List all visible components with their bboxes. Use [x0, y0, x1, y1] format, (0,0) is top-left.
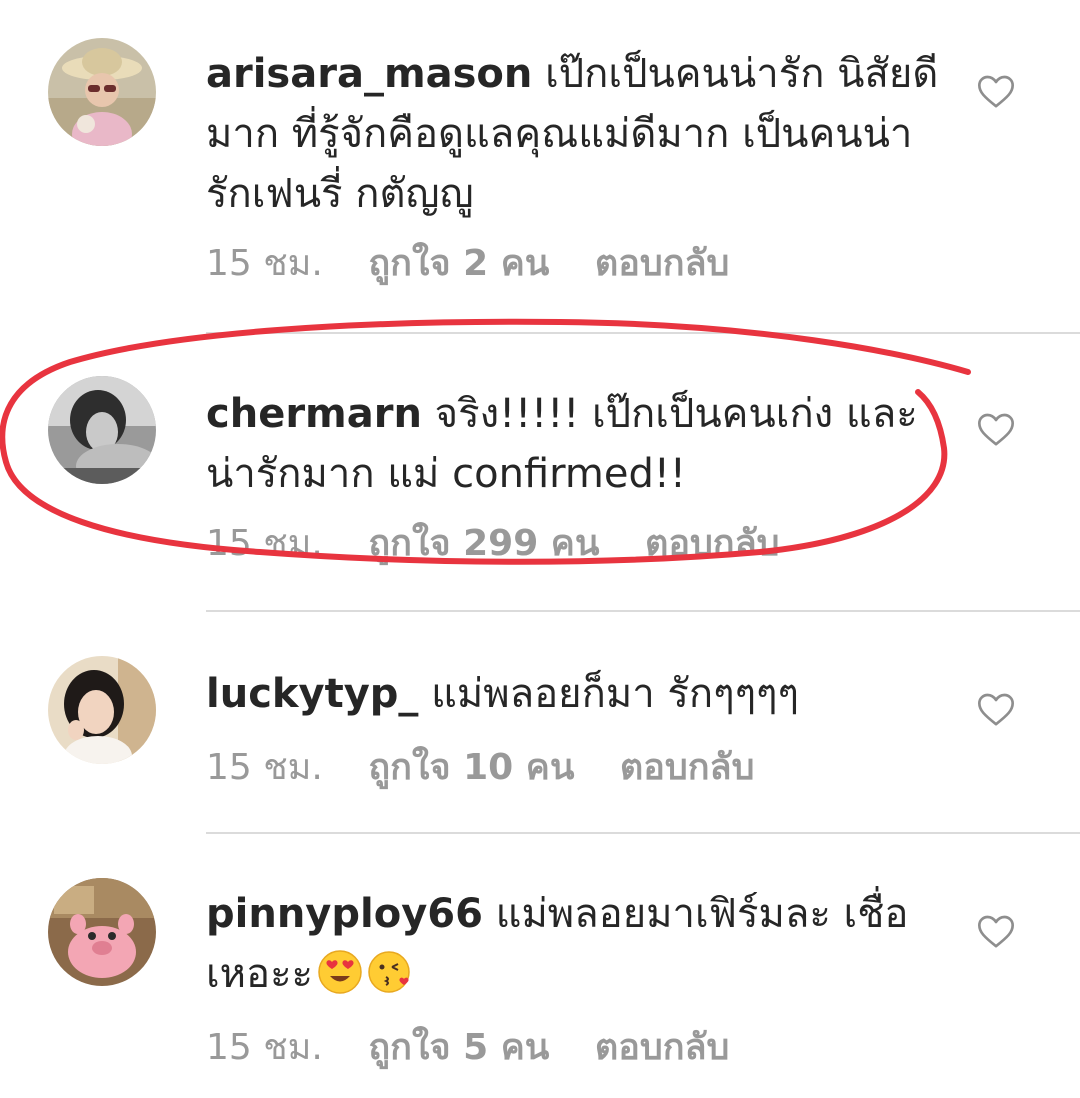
comment-body: แม่พลอยก็มา รักๆๆๆๆ — [431, 671, 800, 717]
avatar[interactable] — [48, 376, 156, 484]
heart-outline-icon[interactable] — [975, 690, 1017, 730]
heart-eyes-emoji-icon — [318, 950, 362, 994]
heart-outline-icon[interactable] — [975, 410, 1017, 450]
comment-text: chermarn จริง!!!!! เป๊กเป็นคนเก่ง และ น่… — [206, 384, 946, 504]
likes-count-link[interactable]: ถูกใจ 299 คน — [368, 523, 599, 564]
comment-meta: 15 ชม. ถูกใจ 2 คน ตอบกลับ — [206, 242, 763, 286]
avatar[interactable] — [48, 38, 156, 146]
comment-time: 15 ชม. — [206, 747, 323, 788]
username-link[interactable]: arisara_mason — [206, 51, 532, 97]
comment-meta: 15 ชม. ถูกใจ 299 คน ตอบกลับ — [206, 522, 814, 566]
username-link[interactable]: luckytyp_ — [206, 671, 418, 717]
username-link[interactable]: chermarn — [206, 391, 422, 437]
likes-count-link[interactable]: ถูกใจ 5 คน — [368, 1027, 549, 1068]
reply-button[interactable]: ตอบกลับ — [645, 523, 780, 564]
comment-meta: 15 ชม. ถูกใจ 10 คน ตอบกลับ — [206, 746, 788, 790]
likes-count-link[interactable]: ถูกใจ 10 คน — [368, 747, 574, 788]
divider — [206, 832, 1080, 834]
comment-text: arisara_mason เป๊กเป็นคนน่ารัก นิสัยดีมา… — [206, 44, 946, 224]
reply-button[interactable]: ตอบกลับ — [620, 747, 755, 788]
comment-text: luckytyp_ แม่พลอยก็มา รักๆๆๆๆ — [206, 664, 946, 724]
reply-button[interactable]: ตอบกลับ — [595, 1027, 730, 1068]
avatar[interactable] — [48, 878, 156, 986]
avatar-photo — [48, 38, 156, 146]
comment-time: 15 ชม. — [206, 243, 323, 284]
likes-count-link[interactable]: ถูกใจ 2 คน — [368, 243, 549, 284]
heart-outline-icon[interactable] — [975, 912, 1017, 952]
avatar-photo — [48, 656, 156, 764]
divider — [206, 332, 1080, 334]
comment-time: 15 ชม. — [206, 1027, 323, 1068]
comment-text: pinnyploy66 แม่พลอยมาเฟิร์มละ เชื่อเหอะะ — [206, 884, 946, 1004]
comment-meta: 15 ชม. ถูกใจ 5 คน ตอบกลับ — [206, 1026, 763, 1070]
divider — [206, 610, 1080, 612]
reply-button[interactable]: ตอบกลับ — [595, 243, 730, 284]
comment-time: 15 ชม. — [206, 523, 323, 564]
username-link[interactable]: pinnyploy66 — [206, 891, 483, 937]
avatar[interactable] — [48, 656, 156, 764]
avatar-photo — [48, 878, 156, 986]
avatar-photo — [48, 376, 156, 484]
kissing-heart-emoji-icon — [368, 951, 410, 993]
heart-outline-icon[interactable] — [975, 72, 1017, 112]
